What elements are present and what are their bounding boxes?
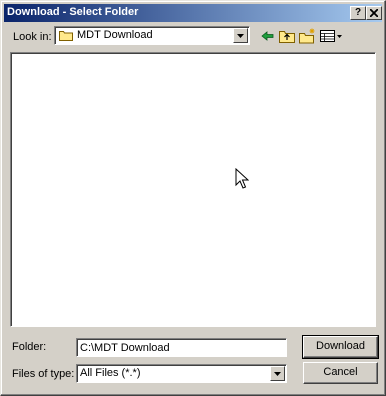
files-of-type-value: All Files (*.*): [80, 367, 141, 379]
mouse-pointer-icon: [235, 168, 249, 189]
file-list[interactable]: [10, 52, 376, 327]
cancel-button[interactable]: Cancel: [303, 362, 378, 384]
back-arrow-icon[interactable]: [259, 28, 277, 44]
help-button[interactable]: ?: [350, 6, 366, 20]
folder-label: Folder:: [12, 341, 47, 353]
view-menu-icon[interactable]: [319, 28, 343, 44]
close-button[interactable]: [366, 6, 382, 20]
up-folder-icon[interactable]: [278, 28, 296, 44]
window-title: Download - Select Folder: [7, 6, 139, 18]
files-of-type-dropdown[interactable]: All Files (*.*): [76, 364, 287, 383]
lookin-dropdown[interactable]: MDT Download: [54, 26, 250, 45]
lookin-label: Look in:: [13, 31, 52, 43]
lookin-value: MDT Download: [77, 29, 153, 41]
chevron-down-icon: [274, 372, 281, 376]
lookin-dropdown-button[interactable]: [233, 28, 248, 43]
new-folder-icon[interactable]: [298, 28, 316, 44]
title-bar[interactable]: Download - Select Folder ?: [4, 4, 382, 22]
files-of-type-dropdown-button[interactable]: [270, 366, 285, 381]
folder-icon: [59, 31, 73, 41]
download-button[interactable]: Download: [302, 335, 379, 359]
files-of-type-label: Files of type:: [12, 368, 75, 380]
folder-input[interactable]: [76, 338, 287, 357]
close-icon: [369, 8, 379, 18]
select-folder-dialog: Download - Select Folder ? Look in: MDT …: [0, 0, 386, 396]
chevron-down-icon: [237, 34, 244, 38]
